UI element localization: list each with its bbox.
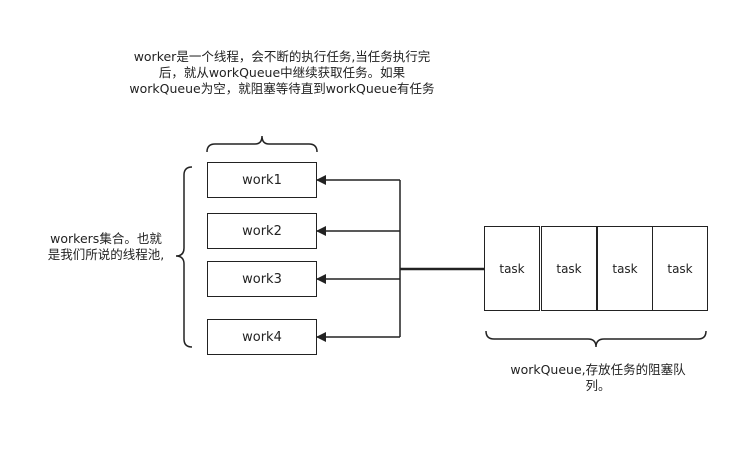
bottom-brace [485,330,707,348]
top-brace [206,135,318,153]
worker-box-1: work1 [207,162,317,198]
left-brace [175,166,193,348]
worker-label-2: work2 [242,223,282,239]
diagram-canvas: worker是一个线程，会不断的执行任务,当任务执行完后，就从workQueue… [0,0,739,466]
task-label-1: task [499,261,525,276]
task-label-2: task [556,261,582,276]
worker-note: worker是一个线程，会不断的执行任务,当任务执行完后，就从workQueue… [129,49,435,96]
worker-box-3: work3 [207,261,317,297]
task-label-3: task [612,261,638,276]
worker-box-2: work2 [207,213,317,249]
task-box-2: task [541,226,597,311]
task-box-3: task [597,226,653,311]
task-box-4: task [652,226,708,311]
task-label-4: task [667,261,693,276]
task-box-1: task [484,226,540,311]
worker-box-4: work4 [207,319,317,355]
worker-label-4: work4 [242,329,282,345]
queue-note: workQueue,存放任务的阻塞队列。 [510,362,686,393]
worker-label-1: work1 [242,172,282,188]
worker-label-3: work3 [242,271,282,287]
workers-note: workers集合。也就是我们所说的线程池, [47,231,165,262]
